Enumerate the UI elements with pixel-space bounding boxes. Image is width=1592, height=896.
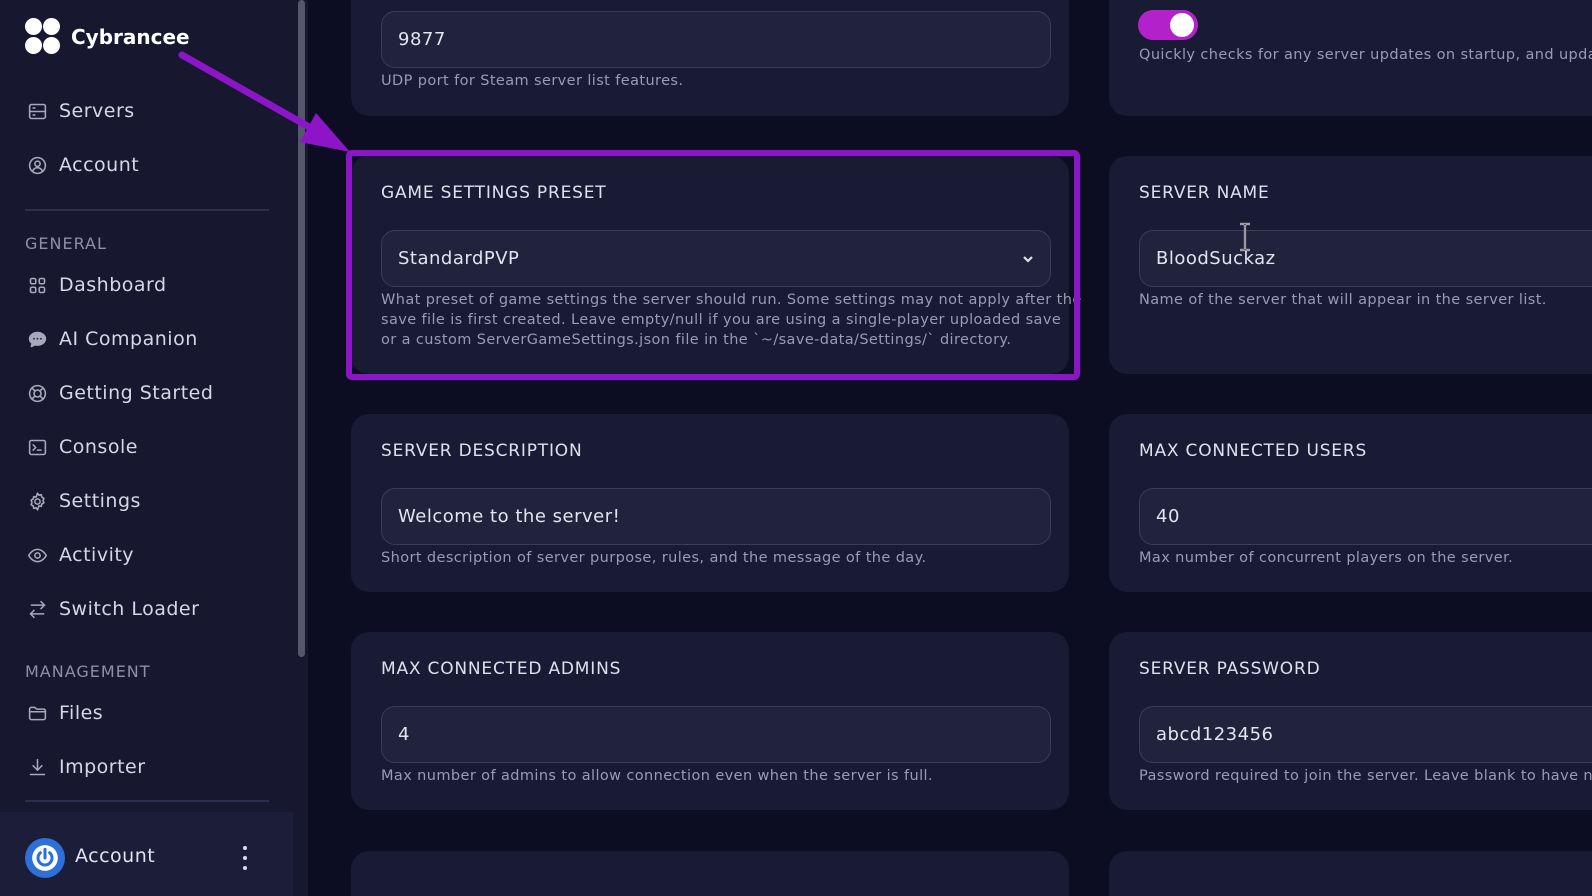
chat-bubble-icon [25,327,49,351]
preset-help-line-1: What preset of game settings the server … [381,292,1082,308]
avatar[interactable] [25,838,65,878]
brand-logo-icon [25,18,61,56]
max-users-title: MAX CONNECTED USERS [1139,441,1368,461]
max-admins-help: Max number of admins to allow connection… [381,768,933,784]
setting-card-game-settings-preset: GAME SETTINGS PRESET StandardPVP What pr… [351,156,1081,374]
nav-label: Importer [59,756,146,778]
setting-card-partial-left [351,851,1069,896]
description-help: Short description of server purpose, rul… [381,550,927,566]
nav-item-importer[interactable]: Importer [25,750,275,784]
chevron-down-icon [1020,251,1036,267]
nav-item-dashboard[interactable]: Dashboard [25,268,275,302]
preset-selected-value: StandardPVP [398,248,520,269]
description-title: SERVER DESCRIPTION [381,441,583,461]
query-port-help: UDP port for Steam server list features. [381,73,684,89]
sidebar-divider [25,209,269,211]
max-admins-title: MAX CONNECTED ADMINS [381,659,622,679]
grid-icon [25,273,49,297]
max-admins-input[interactable]: 4 [381,706,1051,763]
account-name: Account [75,845,156,867]
nav-item-console[interactable]: Console [25,430,275,464]
brand[interactable]: Cybrancee [25,18,190,56]
nav-label: AI Companion [59,328,198,350]
gear-icon [25,489,49,513]
section-title-management: MANAGEMENT [25,662,151,681]
nav-item-files[interactable]: Files [25,696,275,730]
setting-card-server-password: SERVER PASSWORD abcd123456 Password requ… [1109,632,1592,810]
password-title: SERVER PASSWORD [1139,659,1321,679]
nav-label: Dashboard [59,274,167,296]
server-name-input[interactable]: BloodSuckaz [1139,230,1592,287]
sidebar-scrollbar[interactable] [298,0,305,657]
account-bar: Account [0,812,293,896]
more-options-icon[interactable] [238,846,252,870]
setting-card-max-users: MAX CONNECTED USERS 40 Max number of con… [1109,414,1592,592]
user-circle-icon [25,153,49,177]
app-window: Cybrancee Servers Account GENERAL Dashbo… [0,0,1592,896]
preset-help-line-2: save file is first created. Leave empty/… [381,312,1062,328]
nav-label: Console [59,436,138,458]
nav-item-servers[interactable]: Servers [25,94,275,128]
auto-update-toggle[interactable] [1138,10,1198,40]
setting-card-max-admins: MAX CONNECTED ADMINS 4 Max number of adm… [351,632,1069,810]
setting-card-server-name: SERVER NAME BloodSuckaz Name of the serv… [1109,156,1592,374]
brand-name: Cybrancee [71,25,190,49]
server-icon [25,99,49,123]
preset-title: GAME SETTINGS PRESET [381,183,607,203]
server-name-help: Name of the server that will appear in t… [1139,292,1547,308]
setting-card-partial-right [1109,851,1592,896]
nav-label: Account [59,154,140,176]
auto-update-help: Quickly checks for any server updates on… [1139,47,1592,63]
nav-item-activity[interactable]: Activity [25,538,275,572]
nav-item-switch-loader[interactable]: Switch Loader [25,592,275,626]
folder-icon [25,701,49,725]
description-input[interactable]: Welcome to the server! [381,488,1051,545]
server-name-title: SERVER NAME [1139,183,1270,203]
setting-card-query-port: 9877 UDP port for Steam server list feat… [351,0,1069,116]
power-icon [32,845,58,871]
nav-label: Switch Loader [59,598,200,620]
nav-label: Servers [59,100,135,122]
query-port-input[interactable]: 9877 [381,11,1051,68]
section-title-general: GENERAL [25,234,107,253]
setting-card-server-description: SERVER DESCRIPTION Welcome to the server… [351,414,1069,592]
preset-select[interactable]: StandardPVP [381,230,1051,287]
max-users-input[interactable]: 40 [1139,488,1592,545]
preset-help-line-3: or a custom ServerGameSettings.json file… [381,332,1012,348]
nav-item-account[interactable]: Account [25,148,275,182]
eye-icon [25,543,49,567]
toggle-knob [1170,13,1194,37]
nav-label: Getting Started [59,382,214,404]
sidebar: Cybrancee Servers Account GENERAL Dashbo… [0,0,308,896]
max-users-help: Max number of concurrent players on the … [1139,550,1514,566]
nav-label: Activity [59,544,135,566]
terminal-icon [25,435,49,459]
nav-label: Settings [59,490,141,512]
download-icon [25,755,49,779]
password-input[interactable]: abcd123456 [1139,706,1592,763]
lifebuoy-icon [25,381,49,405]
swap-icon [25,597,49,621]
nav-item-ai-companion[interactable]: AI Companion [25,322,275,356]
password-help: Password required to join the server. Le… [1139,768,1592,784]
sidebar-divider [25,800,269,802]
nav-item-getting-started[interactable]: Getting Started [25,376,275,410]
nav-label: Files [59,702,104,724]
nav-item-settings[interactable]: Settings [25,484,275,518]
